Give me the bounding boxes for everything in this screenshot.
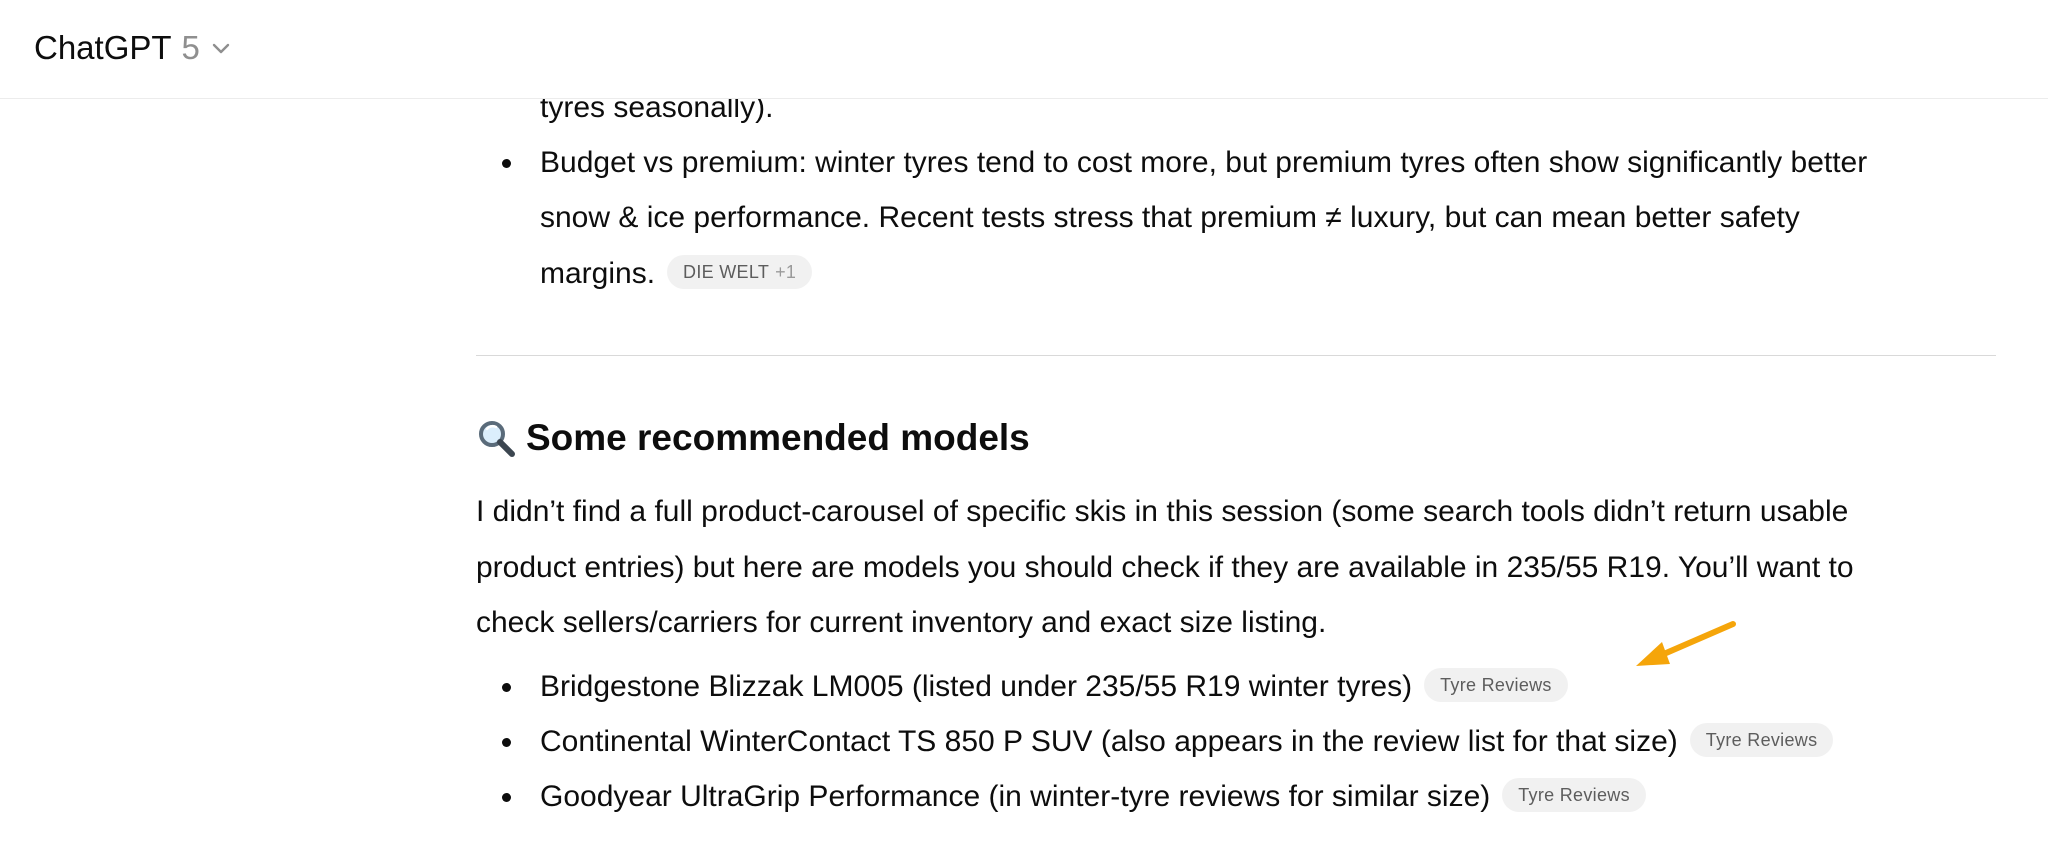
model-item-text: Goodyear UltraGrip Performance (in winte…	[540, 780, 1491, 813]
budget-bullet-line-1: Budget vs premium: winter tyres tend to …	[540, 146, 1868, 179]
intro-line-1: I didn’t find a full product-carousel of…	[476, 495, 1849, 528]
bullet-marker	[502, 159, 511, 168]
model-item-text: Continental WinterContact TS 850 P SUV (…	[540, 725, 1678, 758]
budget-bullet-line-3: margins. DIE WELT +1	[540, 254, 813, 294]
intro-line-3: check sellers/carriers for current inven…	[476, 606, 1327, 639]
bullet-marker	[502, 793, 511, 802]
model-list-item: Bridgestone Blizzak LM005 (listed under …	[540, 667, 1568, 707]
model-name: ChatGPT	[34, 29, 172, 66]
arrow-annotation-icon	[1636, 621, 1736, 666]
model-item-text: Bridgestone Blizzak LM005 (listed under …	[540, 670, 1413, 703]
citation-pill-tyre-reviews[interactable]: Tyre Reviews	[1689, 723, 1834, 758]
citation-source: DIE WELT	[683, 262, 770, 283]
citation-extra-count: +1	[775, 262, 797, 283]
citation-pill-die-welt[interactable]: DIE WELT +1	[667, 255, 813, 290]
model-switcher-button[interactable]: ChatGPT 5	[34, 26, 232, 70]
citation-pill-tyre-reviews[interactable]: Tyre Reviews	[1424, 668, 1568, 703]
top-bar: ChatGPT 5	[0, 0, 2048, 99]
section-heading: Some recommended models	[476, 414, 1030, 462]
model-version: 5	[181, 29, 200, 66]
model-list-item: Continental WinterContact TS 850 P SUV (…	[540, 722, 1834, 762]
section-divider	[476, 355, 1996, 356]
chevron-down-icon	[212, 43, 230, 54]
model-list-item: Goodyear UltraGrip Performance (in winte…	[540, 777, 1646, 817]
bullet-marker	[502, 738, 511, 747]
citation-pill-tyre-reviews[interactable]: Tyre Reviews	[1502, 778, 1646, 813]
magnifying-glass-icon	[479, 421, 515, 457]
budget-bullet-text: margins.	[540, 257, 656, 290]
section-heading-text: Some recommended models	[526, 417, 1030, 458]
budget-bullet-line-2: snow & ice performance. Recent tests str…	[540, 201, 1800, 234]
intro-line-2: product entries) but here are models you…	[476, 551, 1854, 584]
bullet-marker	[502, 683, 511, 692]
